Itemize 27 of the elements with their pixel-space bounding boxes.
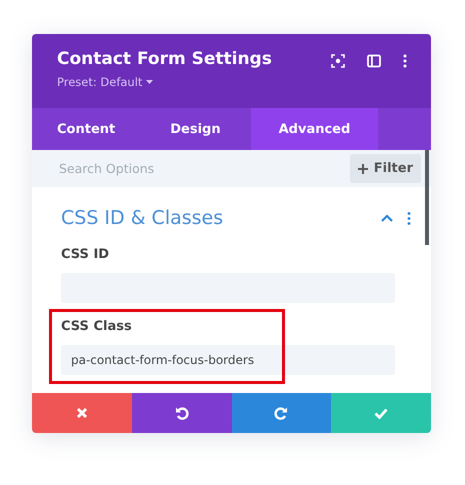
save-button[interactable] bbox=[331, 393, 431, 433]
cancel-button[interactable] bbox=[32, 393, 132, 433]
close-icon bbox=[76, 407, 88, 419]
more-options-icon[interactable] bbox=[407, 212, 411, 224]
chevron-up-icon[interactable] bbox=[381, 214, 393, 222]
redo-button[interactable] bbox=[232, 393, 332, 433]
search-field[interactable]: Search Options bbox=[57, 160, 241, 177]
undo-icon bbox=[174, 406, 189, 420]
sidebar-layout-icon[interactable] bbox=[367, 54, 381, 68]
filter-button[interactable]: Filter bbox=[350, 154, 421, 183]
undo-button[interactable] bbox=[132, 393, 232, 433]
plus-icon bbox=[358, 164, 368, 174]
focus-icon[interactable] bbox=[331, 54, 345, 68]
tab[interactable]: Design bbox=[140, 108, 251, 150]
caret-icon bbox=[146, 80, 154, 84]
window-title: Contact Form Settings bbox=[57, 49, 272, 69]
checkmark-icon bbox=[374, 408, 388, 418]
field-label: CSS ID bbox=[61, 247, 110, 262]
field-label: CSS Class bbox=[61, 319, 133, 334]
scrollbar[interactable] bbox=[425, 150, 429, 245]
redo-icon bbox=[274, 406, 288, 420]
tab[interactable]: Advanced bbox=[250, 108, 378, 150]
tab[interactable]: Content bbox=[32, 108, 140, 150]
input-field[interactable]: pa-contact-form-focus-borders bbox=[61, 345, 395, 375]
section-title: CSS ID & Classes bbox=[61, 207, 224, 229]
preset-dropdown[interactable]: Preset: Default bbox=[57, 75, 154, 89]
more-options-icon[interactable] bbox=[403, 54, 407, 68]
